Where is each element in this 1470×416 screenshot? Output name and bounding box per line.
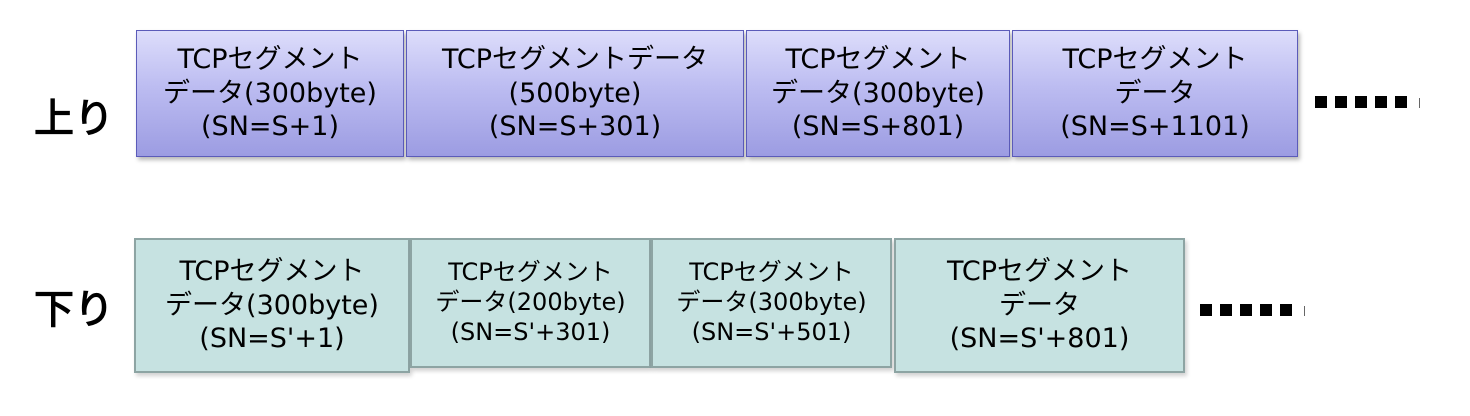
segment-line: (SN=S'+501) <box>691 317 852 346</box>
segment-line: データ(300byte) <box>163 77 377 109</box>
upstream-segment-3: TCPセグメント データ(300byte) (SN=S+801) <box>746 30 1010 157</box>
segment-line: TCPセグメント <box>946 256 1133 288</box>
downstream-segment-2: TCPセグメント データ(200byte) (SN=S'+301) <box>410 238 651 368</box>
upstream-segment-4: TCPセグメント データ (SN=S+1101) <box>1012 30 1298 157</box>
upstream-label: 上り <box>34 96 114 142</box>
segment-line: TCPセグメント <box>785 44 971 76</box>
segment-line: (SN=S+1101) <box>1060 111 1250 143</box>
segment-line: (500byte) <box>508 77 642 109</box>
segment-line: データ(300byte) <box>165 289 379 321</box>
segment-line: データ(300byte) <box>676 288 867 317</box>
segment-line: データ(200byte) <box>435 288 626 317</box>
segment-line: (SN=S+1) <box>201 111 339 143</box>
segment-line: (SN=S'+1) <box>199 323 345 355</box>
segment-line: (SN=S'+301) <box>450 317 611 346</box>
downstream-segment-1: TCPセグメント データ(300byte) (SN=S'+1) <box>134 238 410 373</box>
segment-line: データ <box>999 289 1080 321</box>
downstream-segment-4: TCPセグメント データ (SN=S'+801) <box>894 238 1185 373</box>
downstream-ellipsis <box>1200 304 1305 316</box>
segment-line: (SN=S'+801) <box>949 323 1130 355</box>
segment-line: TCPセグメント <box>448 258 613 287</box>
segment-line: (SN=S+301) <box>488 111 662 143</box>
segment-line: TCPセグメントデータ <box>441 44 709 76</box>
segment-line: データ(300byte) <box>771 77 985 109</box>
segment-line: TCPセグメント <box>179 256 365 288</box>
downstream-label: 下り <box>34 287 114 333</box>
segment-line: (SN=S+801) <box>791 111 965 143</box>
downstream-segment-3: TCPセグメント データ(300byte) (SN=S'+501) <box>651 238 892 368</box>
segment-line: TCPセグメント <box>689 258 854 287</box>
segment-line: データ <box>1114 77 1196 109</box>
segment-line: TCPセグメント <box>1062 44 1248 76</box>
upstream-segment-1: TCPセグメント データ(300byte) (SN=S+1) <box>136 30 404 157</box>
upstream-segment-2: TCPセグメントデータ (500byte) (SN=S+301) <box>406 30 744 157</box>
segment-line: TCPセグメント <box>177 44 363 76</box>
upstream-ellipsis <box>1315 96 1420 108</box>
